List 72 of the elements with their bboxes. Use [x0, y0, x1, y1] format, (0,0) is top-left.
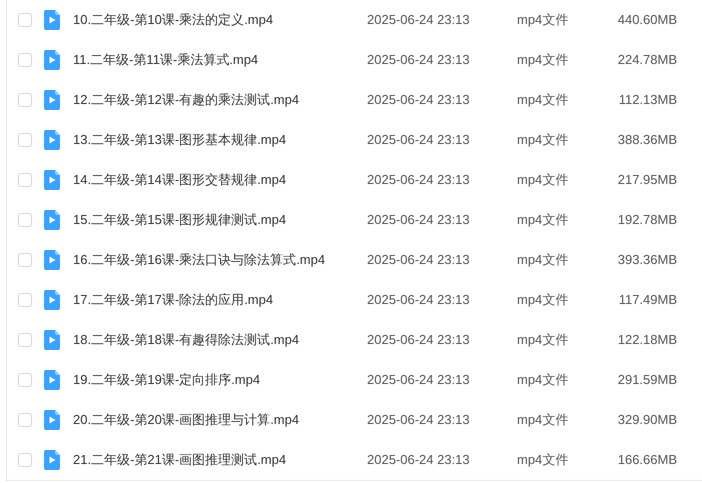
video-file-icon	[44, 50, 60, 70]
modified-date: 2025-06-24 23:13	[367, 51, 471, 70]
file-name: 21.二年级-第21课-画图推理测试.mp4	[73, 451, 288, 470]
file-name: 19.二年级-第19课-定向排序.mp4	[73, 371, 262, 390]
file-size: 117.49MB	[618, 291, 677, 310]
file-type: mp4文件	[517, 451, 570, 470]
file-size: 393.36MB	[616, 251, 677, 270]
checkbox[interactable]	[18, 333, 32, 347]
modified-date: 2025-06-24 23:13	[367, 371, 471, 390]
video-file-icon	[44, 10, 60, 30]
modified-date: 2025-06-24 23:13	[367, 171, 471, 190]
file-type: mp4文件	[517, 131, 570, 150]
file-type: mp4文件	[517, 91, 570, 110]
checkbox[interactable]	[18, 213, 32, 227]
video-file-icon	[44, 330, 60, 350]
file-type: mp4文件	[517, 411, 570, 430]
file-size: 122.18MB	[616, 331, 677, 350]
checkbox[interactable]	[18, 53, 32, 67]
modified-date: 2025-06-24 23:13	[367, 91, 471, 110]
file-name: 10.二年级-第10课-乘法的定义.mp4	[73, 11, 274, 30]
video-file-icon	[44, 370, 60, 390]
checkbox[interactable]	[18, 93, 32, 107]
file-type: mp4文件	[517, 251, 570, 270]
file-name: 20.二年级-第20课-画图推理与计算.mp4	[73, 411, 300, 430]
file-size: 329.90MB	[616, 411, 677, 430]
file-size: 112.13MB	[618, 91, 677, 110]
file-size: 440.60MB	[616, 11, 677, 30]
file-size: 291.59MB	[616, 371, 677, 390]
file-type: mp4文件	[517, 371, 570, 390]
modified-date: 2025-06-24 23:13	[367, 211, 471, 230]
video-file-icon	[44, 90, 60, 110]
video-file-icon	[44, 450, 60, 470]
checkbox[interactable]	[18, 293, 32, 307]
checkbox[interactable]	[18, 133, 32, 147]
file-type: mp4文件	[517, 171, 570, 190]
file-name: 15.二年级-第15课-图形规律测试.mp4	[73, 211, 288, 230]
file-size: 224.78MB	[616, 51, 677, 70]
checkbox[interactable]	[18, 413, 32, 427]
file-name: 13.二年级-第13课-图形基本规律.mp4	[73, 131, 288, 150]
file-name: 16.二年级-第16课-乘法口诀与除法算式.mp4	[73, 251, 326, 270]
file-name: 18.二年级-第18课-有趣得除法测试.mp4	[73, 331, 300, 350]
file-size: 217.95MB	[616, 171, 677, 190]
file-name: 14.二年级-第14课-图形交替规律.mp4	[73, 171, 288, 190]
checkbox[interactable]	[18, 373, 32, 387]
file-name: 11.二年级-第11课-乘法算式.mp4	[73, 51, 260, 70]
modified-date: 2025-06-24 23:13	[367, 131, 471, 150]
checkbox[interactable]	[18, 173, 32, 187]
file-name: 12.二年级-第12课-有趣的乘法测试.mp4	[73, 91, 300, 110]
file-size: 388.36MB	[616, 131, 677, 150]
file-size: 166.66MB	[616, 451, 677, 470]
file-type: mp4文件	[517, 11, 570, 30]
video-file-icon	[44, 130, 60, 150]
file-type: mp4文件	[517, 51, 570, 70]
file-type: mp4文件	[517, 331, 570, 350]
file-name: 17.二年级-第17课-除法的应用.mp4	[73, 291, 274, 310]
file-size: 192.78MB	[616, 211, 677, 230]
file-type: mp4文件	[517, 211, 570, 230]
modified-date: 2025-06-24 23:13	[367, 411, 471, 430]
checkbox[interactable]	[18, 453, 32, 467]
modified-date: 2025-06-24 23:13	[367, 251, 471, 270]
video-file-icon	[44, 250, 60, 270]
video-file-icon	[44, 410, 60, 430]
modified-date: 2025-06-24 23:13	[367, 291, 471, 310]
modified-date: 2025-06-24 23:13	[367, 11, 471, 30]
video-file-icon	[44, 170, 60, 190]
modified-date: 2025-06-24 23:13	[367, 451, 471, 470]
modified-date: 2025-06-24 23:13	[367, 331, 471, 350]
file-type: mp4文件	[517, 291, 570, 310]
checkbox[interactable]	[18, 13, 32, 27]
video-file-icon	[44, 210, 60, 230]
video-file-icon	[44, 290, 60, 310]
checkbox[interactable]	[18, 253, 32, 267]
